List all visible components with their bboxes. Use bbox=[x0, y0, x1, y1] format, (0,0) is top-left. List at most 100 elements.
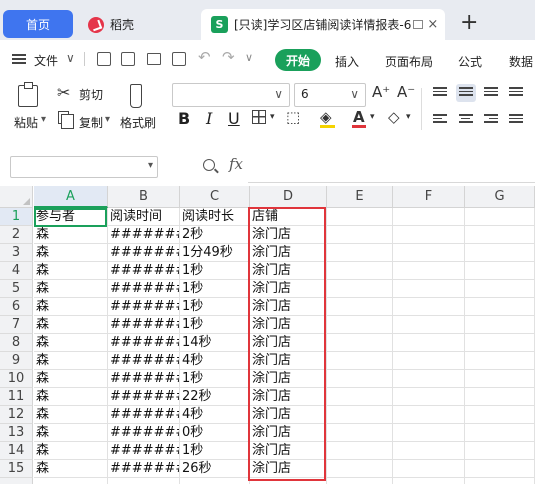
cell-f1[interactable] bbox=[393, 208, 465, 226]
cell-b12[interactable]: ######## bbox=[108, 406, 180, 424]
cell-f12[interactable] bbox=[393, 406, 465, 424]
bold-button[interactable]: B bbox=[178, 109, 190, 128]
undo-icon[interactable]: ↶ bbox=[198, 48, 211, 66]
cell-b4[interactable]: ######## bbox=[108, 262, 180, 280]
save-icon[interactable] bbox=[97, 52, 111, 66]
cell-a6[interactable]: 森 bbox=[34, 298, 108, 316]
cell-g1[interactable] bbox=[465, 208, 535, 226]
cell-g12[interactable] bbox=[465, 406, 535, 424]
copy-icon[interactable] bbox=[58, 111, 74, 129]
cell-e1[interactable] bbox=[327, 208, 393, 226]
fill-pattern-icon[interactable]: ⬚ bbox=[286, 108, 300, 126]
cell-b6[interactable]: ######## bbox=[108, 298, 180, 316]
cell-f2[interactable] bbox=[393, 226, 465, 244]
cell-d7[interactable]: 涂门店 bbox=[250, 316, 327, 334]
cell-a14[interactable]: 森 bbox=[34, 442, 108, 460]
chevron-down-icon[interactable]: ▾ bbox=[370, 112, 375, 122]
paste-dropdown-icon[interactable]: ▾ bbox=[41, 114, 46, 125]
cell-g16[interactable] bbox=[465, 478, 535, 484]
cell-b14[interactable]: ######## bbox=[108, 442, 180, 460]
cell-f4[interactable] bbox=[393, 262, 465, 280]
scissors-icon[interactable]: ✂ bbox=[57, 83, 70, 102]
menu-file[interactable]: 文件 bbox=[34, 52, 58, 69]
cell-a13[interactable]: 森 bbox=[34, 424, 108, 442]
cell-b13[interactable]: ######## bbox=[108, 424, 180, 442]
cell-a1[interactable]: 参与者 bbox=[34, 208, 108, 226]
column-header-f[interactable]: F bbox=[393, 186, 465, 208]
align-left-icon[interactable] bbox=[433, 114, 447, 126]
format-painter-button[interactable]: 格式刷 bbox=[120, 114, 156, 131]
cell-d16[interactable] bbox=[250, 478, 327, 484]
underline-button[interactable]: U bbox=[228, 109, 240, 128]
cell-a15[interactable]: 森 bbox=[34, 460, 108, 478]
cell-b1[interactable]: 阅读时间 bbox=[108, 208, 180, 226]
tab-document[interactable]: S [只读]学习区店铺阅读详情报表-6 × bbox=[201, 9, 445, 40]
formula-input[interactable] bbox=[250, 156, 530, 178]
cell-d4[interactable]: 涂门店 bbox=[250, 262, 327, 280]
cell-c9[interactable]: 4秒 bbox=[180, 352, 250, 370]
cell-g14[interactable] bbox=[465, 442, 535, 460]
row-header[interactable]: 15 bbox=[0, 460, 33, 478]
window-restore-icon[interactable] bbox=[413, 20, 424, 29]
new-tab-button[interactable]: + bbox=[460, 12, 478, 34]
cell-c2[interactable]: 2秒 bbox=[180, 226, 250, 244]
cell-b10[interactable]: ######## bbox=[108, 370, 180, 388]
row-header[interactable]: 7 bbox=[0, 316, 33, 334]
cell-f16[interactable] bbox=[393, 478, 465, 484]
name-box[interactable]: ▾ bbox=[10, 156, 158, 178]
column-header-b[interactable]: B bbox=[108, 186, 180, 208]
border-icon[interactable] bbox=[252, 110, 266, 124]
tab-page-layout[interactable]: 页面布局 bbox=[385, 53, 433, 70]
fill-color-icon[interactable]: ◈ bbox=[320, 108, 332, 126]
cell-d12[interactable]: 涂门店 bbox=[250, 406, 327, 424]
cell-e12[interactable] bbox=[327, 406, 393, 424]
row-header[interactable]: 13 bbox=[0, 424, 33, 442]
cell-b16[interactable] bbox=[108, 478, 180, 484]
font-color-icon[interactable]: A bbox=[353, 108, 365, 126]
grow-font-icon[interactable]: A⁺ bbox=[372, 83, 390, 101]
clear-format-icon[interactable]: ◇ bbox=[388, 108, 400, 126]
cut-button[interactable]: 剪切 bbox=[79, 86, 103, 103]
cell-g13[interactable] bbox=[465, 424, 535, 442]
cell-g8[interactable] bbox=[465, 334, 535, 352]
tab-home[interactable]: 首页 bbox=[3, 10, 73, 38]
cell-b2[interactable]: ######## bbox=[108, 226, 180, 244]
cell-f6[interactable] bbox=[393, 298, 465, 316]
cell-b8[interactable]: ######## bbox=[108, 334, 180, 352]
cell-g15[interactable] bbox=[465, 460, 535, 478]
cell-d6[interactable]: 涂门店 bbox=[250, 298, 327, 316]
tab-insert[interactable]: 插入 bbox=[335, 53, 359, 70]
cell-g9[interactable] bbox=[465, 352, 535, 370]
cell-b15[interactable]: ######## bbox=[108, 460, 180, 478]
tab-data[interactable]: 数据 bbox=[509, 53, 533, 70]
cell-d5[interactable]: 涂门店 bbox=[250, 280, 327, 298]
cell-e7[interactable] bbox=[327, 316, 393, 334]
cell-e6[interactable] bbox=[327, 298, 393, 316]
cell-f11[interactable] bbox=[393, 388, 465, 406]
column-header-a[interactable]: A bbox=[34, 186, 108, 208]
cell-f3[interactable] bbox=[393, 244, 465, 262]
cell-c5[interactable]: 1秒 bbox=[180, 280, 250, 298]
column-header-g[interactable]: G bbox=[465, 186, 535, 208]
cell-e5[interactable] bbox=[327, 280, 393, 298]
cell-c11[interactable]: 22秒 bbox=[180, 388, 250, 406]
cell-d9[interactable]: 涂门店 bbox=[250, 352, 327, 370]
indent-icon[interactable] bbox=[509, 87, 523, 99]
cell-c6[interactable]: 1秒 bbox=[180, 298, 250, 316]
format-painter-icon[interactable] bbox=[130, 84, 142, 108]
cell-b3[interactable]: ######## bbox=[108, 244, 180, 262]
align-top-icon[interactable] bbox=[433, 87, 447, 99]
cell-a7[interactable]: 森 bbox=[34, 316, 108, 334]
cell-c16[interactable] bbox=[180, 478, 250, 484]
cell-f8[interactable] bbox=[393, 334, 465, 352]
cell-d13[interactable]: 涂门店 bbox=[250, 424, 327, 442]
cell-b11[interactable]: ######## bbox=[108, 388, 180, 406]
redo-icon[interactable]: ↷ bbox=[222, 48, 235, 66]
cell-g7[interactable] bbox=[465, 316, 535, 334]
cell-g11[interactable] bbox=[465, 388, 535, 406]
cell-a3[interactable]: 森 bbox=[34, 244, 108, 262]
font-name-select[interactable]: ∨ bbox=[172, 83, 290, 107]
cell-f14[interactable] bbox=[393, 442, 465, 460]
cell-e9[interactable] bbox=[327, 352, 393, 370]
row-header[interactable]: 12 bbox=[0, 406, 33, 424]
